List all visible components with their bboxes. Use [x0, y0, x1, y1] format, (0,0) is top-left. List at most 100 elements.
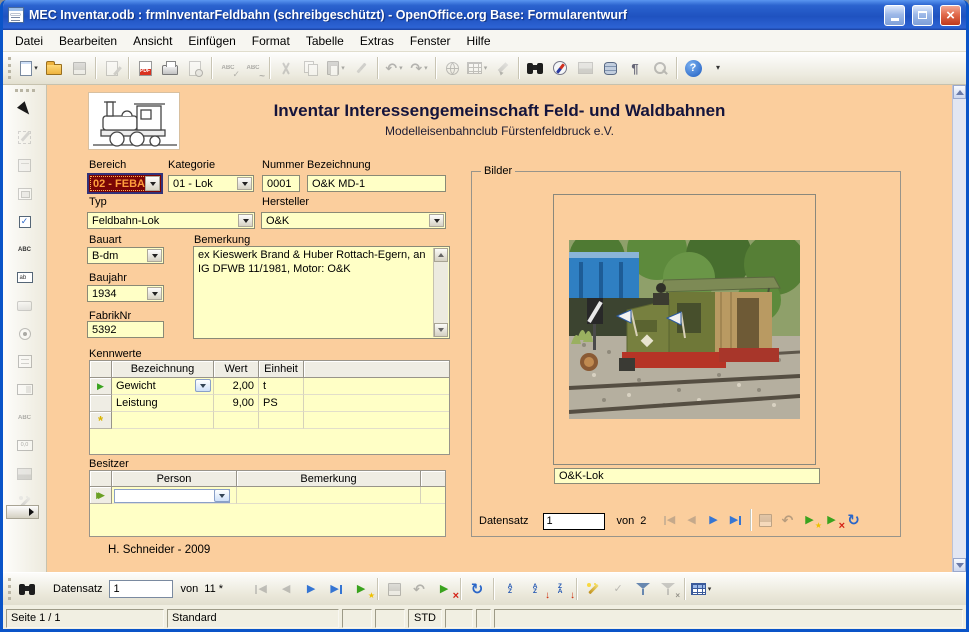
data-sources-button[interactable]: [598, 56, 622, 80]
bauart-dropdown-button[interactable]: [147, 249, 162, 262]
spellcheck-button[interactable]: ABC✓: [216, 56, 240, 80]
bilder-refresh-button[interactable]: ↻: [843, 510, 864, 531]
besitzer-col-bemerkung[interactable]: Bemerkung: [237, 471, 421, 487]
menu-format[interactable]: Format: [244, 31, 298, 51]
sort-ascending-button[interactable]: A Z↓: [523, 577, 547, 601]
open-button[interactable]: [42, 56, 66, 80]
undo-button[interactable]: ↶▾: [382, 56, 406, 80]
bereich-combobox[interactable]: 02 - FEBA: [87, 173, 163, 194]
bilder-previous-record-button[interactable]: ◀: [681, 510, 702, 531]
table-row-new[interactable]: *: [90, 412, 449, 429]
bilder-last-record-button[interactable]: ▶: [725, 510, 746, 531]
control-properties-icon[interactable]: [12, 153, 38, 178]
autofilter-button[interactable]: [581, 577, 605, 601]
recordbar-drag-handle[interactable]: [8, 578, 12, 600]
row-selector[interactable]: ▶: [90, 378, 112, 395]
draw-functions-button[interactable]: [490, 56, 514, 80]
locomotive-photo[interactable]: [569, 240, 800, 419]
print-button[interactable]: [158, 56, 182, 80]
navigator-button[interactable]: [548, 56, 572, 80]
toolbar-drag-handle[interactable]: [8, 57, 12, 79]
scroll-up-icon[interactable]: [434, 248, 448, 262]
menu-hilfe[interactable]: Hilfe: [459, 31, 499, 51]
close-button[interactable]: ×: [940, 5, 961, 26]
scroll-down-icon[interactable]: [434, 323, 448, 337]
cell-bezeichnung[interactable]: Gewicht: [112, 378, 214, 395]
bilder-delete-record-button[interactable]: ▶×: [821, 510, 842, 531]
hersteller-dropdown-button[interactable]: [429, 214, 444, 227]
edit-file-button[interactable]: [100, 56, 124, 80]
combo-box-icon[interactable]: [12, 377, 38, 402]
kennwerte-corner[interactable]: [90, 361, 112, 378]
typ-dropdown-button[interactable]: [238, 214, 253, 227]
new-record-button[interactable]: ▶★: [349, 577, 373, 601]
next-record-button[interactable]: ▶: [299, 577, 323, 601]
copy-button[interactable]: [299, 56, 323, 80]
cell-dropdown-button[interactable]: [195, 379, 211, 392]
cell-wert[interactable]: 9,00: [214, 395, 259, 412]
kennwerte-col-bezeichnung[interactable]: Bezeichnung: [112, 361, 214, 378]
bilder-record-number-input[interactable]: [543, 513, 605, 530]
save-record-button[interactable]: [382, 577, 406, 601]
checkbox-icon[interactable]: ✓: [12, 209, 38, 234]
row-selector[interactable]: [90, 395, 112, 412]
bilder-new-record-button[interactable]: ▶★: [799, 510, 820, 531]
maximize-button[interactable]: [912, 5, 933, 26]
cut-button[interactable]: [274, 56, 298, 80]
form-based-filter-button[interactable]: [631, 577, 655, 601]
page-preview-button[interactable]: [183, 56, 207, 80]
insert-table-button[interactable]: ▾: [465, 56, 489, 80]
bauart-combobox[interactable]: B-dm: [87, 247, 164, 264]
format-paintbrush-button[interactable]: [349, 56, 373, 80]
table-row[interactable]: ▶▶: [90, 487, 445, 504]
status-insert-mode[interactable]: STD: [408, 609, 442, 628]
cell-person[interactable]: [112, 487, 237, 504]
kategorie-combobox[interactable]: 01 - Lok: [168, 175, 254, 192]
hyperlink-button[interactable]: [440, 56, 464, 80]
bezeichnung-field[interactable]: O&K MD-1: [307, 175, 446, 192]
record-number-input[interactable]: [109, 580, 173, 598]
vertical-scrollbar[interactable]: [952, 85, 966, 572]
kennwerte-col-einheit[interactable]: Einheit: [259, 361, 304, 378]
person-combobox[interactable]: [114, 489, 230, 503]
cell-bemerkung[interactable]: [237, 487, 421, 504]
person-dropdown-button[interactable]: [214, 489, 230, 502]
sidebar-scroll-button[interactable]: [6, 505, 39, 519]
new-document-button[interactable]: ▾: [17, 56, 41, 80]
paste-button[interactable]: ▾: [324, 56, 348, 80]
hersteller-combobox[interactable]: O&K: [261, 212, 446, 229]
kategorie-dropdown-button[interactable]: [237, 177, 252, 190]
zoom-button[interactable]: [648, 56, 672, 80]
menu-tabelle[interactable]: Tabelle: [298, 31, 352, 51]
text-box-icon[interactable]: ab: [12, 265, 38, 290]
apply-filter-button[interactable]: ✓: [606, 577, 630, 601]
find-record-icon[interactable]: [15, 577, 39, 601]
redo-button[interactable]: ↷▾: [407, 56, 431, 80]
cell-einheit[interactable]: t: [259, 378, 304, 395]
menu-extras[interactable]: Extras: [352, 31, 402, 51]
sidebar-drag-handle[interactable]: [15, 89, 35, 92]
image-control-icon[interactable]: [12, 461, 38, 486]
sort-button[interactable]: A Z: [498, 577, 522, 601]
menu-ansicht[interactable]: Ansicht: [125, 31, 180, 51]
refresh-button[interactable]: ↻: [465, 577, 489, 601]
design-mode-icon[interactable]: [12, 125, 38, 150]
bemerkung-scrollbar[interactable]: [433, 248, 448, 337]
row-selector[interactable]: ▶▶: [90, 487, 112, 504]
data-source-as-table-button[interactable]: ▾: [689, 577, 713, 601]
baujahr-combobox[interactable]: 1934: [87, 285, 164, 302]
formatted-field-icon[interactable]: 0,0: [12, 433, 38, 458]
option-button-icon[interactable]: [12, 321, 38, 346]
remove-filter-button[interactable]: ×: [656, 577, 680, 601]
typ-combobox[interactable]: Feldbahn-Lok: [87, 212, 255, 229]
push-button-icon[interactable]: [12, 293, 38, 318]
last-record-button[interactable]: ▶: [324, 577, 348, 601]
bild-caption-field[interactable]: O&K-Lok: [554, 468, 820, 484]
gallery-button[interactable]: [573, 56, 597, 80]
save-button[interactable]: [67, 56, 91, 80]
fabriknr-field[interactable]: 5392: [87, 321, 164, 338]
toolbar-options-button[interactable]: ▾: [706, 56, 730, 80]
help-button[interactable]: ?: [681, 56, 705, 80]
menu-datei[interactable]: Datei: [7, 31, 51, 51]
bilder-first-record-button[interactable]: ◀: [659, 510, 680, 531]
